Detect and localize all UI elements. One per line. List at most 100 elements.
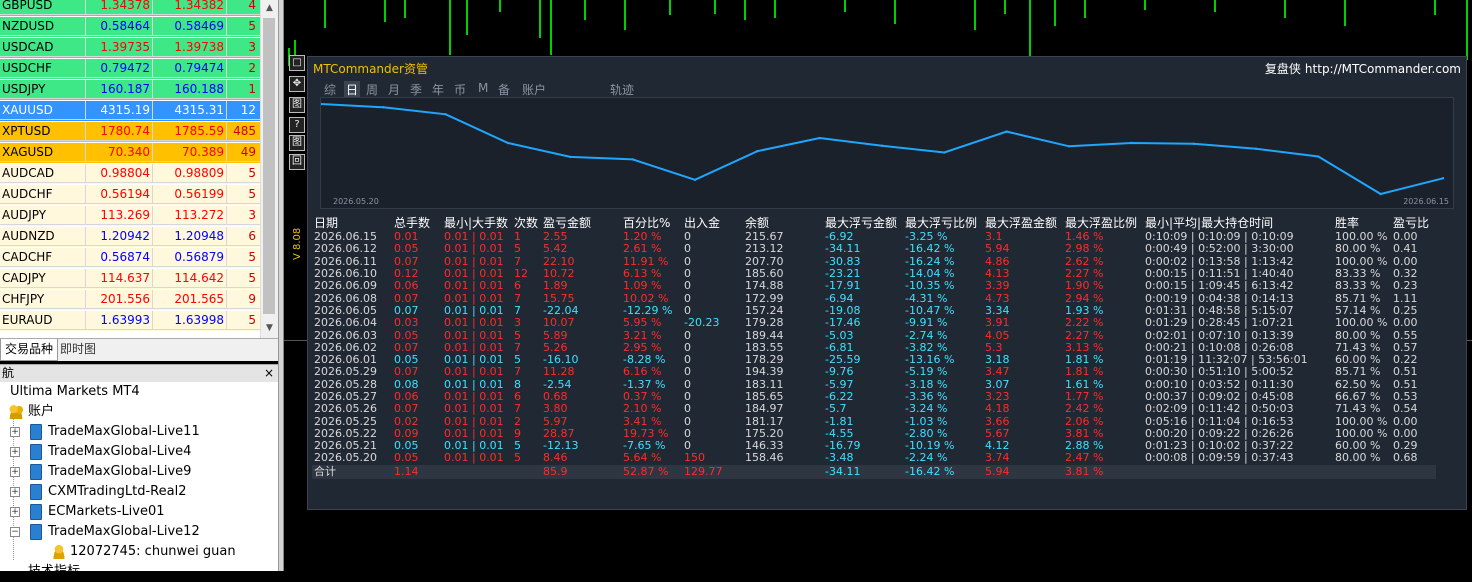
table-cell: -17.46 (825, 316, 861, 330)
candle (1344, 0, 1346, 26)
column-header[interactable]: 盈亏比 (1391, 213, 1436, 231)
table-cell: 100.00 % (1335, 414, 1388, 428)
panel-tab[interactable]: 币 (454, 81, 466, 98)
table-cell: 0 (684, 328, 691, 342)
column-header[interactable]: 最大浮亏金额 (823, 213, 903, 231)
column-header[interactable]: 胜率 (1333, 213, 1391, 231)
minimize-icon[interactable]: □ (289, 55, 305, 71)
close-icon[interactable]: × (264, 365, 274, 382)
market-watch-scrollbar[interactable]: ▲ ▼ (260, 0, 278, 338)
brand-url[interactable]: http://MTCommander.com (1305, 62, 1461, 76)
ask-cell: 0.98809 (153, 164, 227, 183)
table-cell: -3.36 % (905, 390, 948, 403)
panel-tab[interactable]: 备 (498, 81, 510, 98)
account-node[interactable]: TradeMaxGlobal-Live9 (30, 462, 191, 482)
account-node[interactable]: CXMTradingLtd-Real2 (30, 482, 186, 502)
indicators-node[interactable]: 技术指标 (28, 562, 80, 582)
account-node[interactable]: TradeMaxGlobal-Live4 (30, 442, 191, 462)
table-cell: -4.55 (825, 426, 854, 440)
market-watch-row[interactable]: XAGUSD 70.340 70.389 49 (0, 143, 260, 163)
market-watch-row[interactable]: NZDUSD 0.58464 0.58469 5 (0, 17, 260, 37)
expand-icon[interactable]: + (10, 447, 20, 457)
table-cell: 2.10 % (623, 402, 662, 416)
accounts-node[interactable]: 账户 (8, 402, 54, 422)
market-watch-row[interactable]: USDCAD 1.39735 1.39738 3 (0, 38, 260, 58)
table-cell: -14.04 % (905, 267, 955, 281)
expand-icon[interactable]: + (10, 467, 20, 477)
market-watch-row[interactable]: CHFJPY 201.556 201.565 9 (0, 290, 260, 310)
column-header[interactable]: 最大浮亏比例 (903, 213, 983, 231)
broker-node[interactable]: Ultima Markets MT4 (10, 382, 140, 402)
expand-icon[interactable]: − (10, 527, 20, 537)
scroll-up-icon[interactable]: ▲ (261, 0, 278, 16)
column-header[interactable]: 总手数 (392, 213, 442, 231)
panel-tab[interactable]: M (478, 81, 488, 95)
market-watch-row[interactable]: USDCHF 0.79472 0.79474 2 (0, 59, 260, 79)
table-cell: -34.11 (825, 242, 861, 256)
panel-tab[interactable]: 月 (388, 81, 400, 98)
column-header[interactable]: 百分比% (621, 213, 682, 231)
panel-tab[interactable]: 综 (324, 81, 336, 98)
market-watch-row[interactable]: CADCHF 0.56874 0.56879 5 (0, 248, 260, 268)
panel-tab[interactable]: 季 (410, 81, 422, 98)
market-watch-row[interactable]: XPTUSD 1780.74 1785.59 485 (0, 122, 260, 142)
column-header[interactable]: 最大浮盈比例 (1063, 213, 1143, 231)
restore-icon[interactable]: 回 (289, 154, 305, 170)
table-cell: 0:01:19 | 11:32:07 | 53:56:01 (1145, 353, 1308, 367)
expand-icon[interactable]: + (10, 487, 20, 497)
table-cell: 0.01 | 0.01 (444, 439, 504, 453)
expand-icon[interactable]: + (10, 507, 20, 517)
market-watch-row[interactable]: GBPUSD 1.34378 1.34382 4 (0, 0, 260, 16)
column-header[interactable]: 日期 (312, 213, 392, 231)
market-watch-row[interactable]: AUDCHF 0.56194 0.56199 5 (0, 185, 260, 205)
candle (404, 0, 406, 18)
account-node[interactable]: TradeMaxGlobal-Live12 (30, 522, 200, 542)
candle (550, 0, 552, 55)
bid-cell: 160.187 (86, 80, 153, 99)
move-icon[interactable]: ✥ (289, 76, 305, 92)
table-cell: -10.35 % (905, 279, 955, 293)
column-header[interactable]: 盈亏金额 (541, 213, 621, 231)
panel-tab[interactable]: 年 (432, 81, 444, 98)
panel-tab[interactable]: 日 (344, 81, 361, 98)
account-user-node[interactable]: 12072745: chunwei guan (52, 542, 236, 562)
column-header[interactable]: 次数 (512, 213, 541, 231)
account-node[interactable]: TradeMaxGlobal-Live11 (30, 422, 200, 442)
table-cell: 183.11 (745, 377, 784, 391)
panel-link[interactable]: 复盘侠 http://MTCommander.com (1265, 60, 1461, 77)
panel-tab[interactable]: 账户 (522, 81, 546, 98)
panel-tab[interactable]: 周 (366, 81, 378, 98)
panel-tab[interactable]: 轨迹 (610, 81, 634, 98)
table-row: 2026.06.08 0.07 0.01 | 0.01 7 15.75 10.02 % 0 1… (312, 292, 1436, 304)
tab-symbols[interactable]: 交易品种 (0, 339, 58, 361)
market-watch-row[interactable]: EURAUD 1.63993 1.63998 5 (0, 311, 260, 331)
candle (624, 0, 626, 30)
market-watch-row[interactable]: AUDNZD 1.20942 1.20948 6 (0, 227, 260, 247)
table-cell: 2026.06.05 (314, 303, 377, 317)
equity-point-2026.06.12 (382, 106, 385, 109)
table-cell: 0.01 | 0.01 (444, 254, 504, 268)
table-cell: 0 (684, 426, 691, 440)
market-watch-row[interactable]: USDJPY 160.187 160.188 1 (0, 80, 260, 100)
market-watch-row[interactable]: AUDJPY 113.269 113.272 3 (0, 206, 260, 226)
help-icon[interactable]: ? (289, 117, 305, 133)
tab-tick-chart[interactable]: 即时图 (56, 339, 100, 360)
scroll-down-icon[interactable]: ▼ (261, 320, 278, 336)
market-watch-row[interactable]: XAUUSD 4315.19 4315.31 12 (0, 101, 260, 121)
account-node[interactable]: ECMarkets-Live01 (30, 502, 165, 522)
table-cell: 2.62 % (1065, 254, 1104, 268)
scroll-thumb[interactable] (263, 18, 275, 314)
chart-icon[interactable]: 图 (289, 97, 305, 113)
table-cell: 0.01 | 0.01 (444, 402, 504, 416)
report-icon[interactable]: 图 (289, 135, 305, 151)
column-header[interactable]: 最大浮盈金额 (983, 213, 1063, 231)
column-header[interactable]: 最小|平均|最大持仓时间 (1143, 213, 1333, 231)
ask-cell: 1.20948 (153, 227, 227, 246)
column-header[interactable]: 最小|大手数 (442, 213, 512, 231)
market-watch-row[interactable]: AUDCAD 0.98804 0.98809 5 (0, 164, 260, 184)
column-header[interactable]: 余额 (743, 213, 823, 231)
expand-icon[interactable]: + (10, 427, 20, 437)
market-watch-row[interactable]: CADJPY 114.637 114.642 5 (0, 269, 260, 289)
column-header[interactable]: 出入金 (682, 213, 743, 231)
ask-cell: 1785.59 (153, 122, 227, 141)
